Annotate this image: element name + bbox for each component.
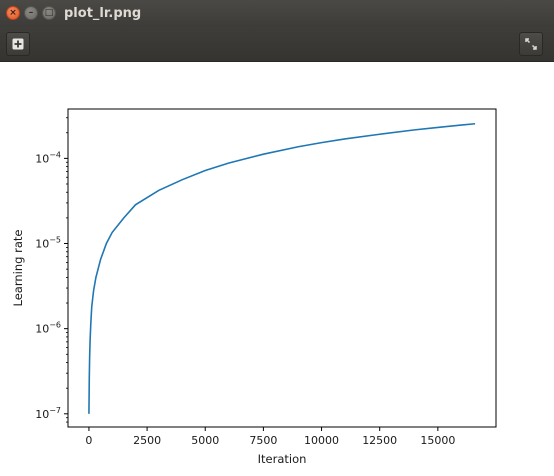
image-canvas: 0 2500 5000 7500 10000 12500 15000 10−7 10−6 10−… (0, 62, 554, 476)
window-title: plot_lr.png (64, 6, 142, 21)
y-tick-exponent: −4 (49, 150, 61, 159)
x-tick-label: 15000 (420, 434, 455, 447)
fullscreen-button[interactable] (519, 32, 543, 56)
minimize-button[interactable]: – (24, 6, 38, 20)
x-tick-label: 0 (85, 434, 92, 447)
y-tick-base: 10 (35, 152, 49, 165)
fullscreen-icon (525, 38, 537, 50)
title-bar[interactable]: × – □ plot_lr.png (0, 0, 554, 27)
y-tick-label: 10−4 (35, 150, 61, 165)
x-tick-label: 7500 (249, 434, 277, 447)
x-tick-label: 2500 (133, 434, 161, 447)
add-icon (12, 38, 24, 50)
x-tick-label: 10000 (304, 434, 339, 447)
y-tick-label: 10−6 (35, 321, 61, 336)
y-tick-base: 10 (35, 323, 49, 336)
y-axis-label: Learning rate (11, 230, 25, 307)
add-button[interactable] (6, 32, 30, 56)
y-tick-label: 10−7 (35, 406, 61, 421)
x-tick-label: 5000 (191, 434, 219, 447)
y-tick-base: 10 (35, 238, 49, 251)
y-tick-exponent: −6 (49, 321, 61, 330)
maximize-button[interactable]: □ (42, 6, 56, 20)
y-tick-exponent: −5 (49, 236, 61, 245)
close-button[interactable]: × (6, 6, 20, 20)
y-tick-exponent: −7 (49, 406, 61, 415)
toolbar (0, 27, 554, 62)
learning-rate-chart: 0 2500 5000 7500 10000 12500 15000 10−710−610−… (11, 108, 497, 466)
plot-area-frame (67, 108, 497, 428)
y-axis: 10−710−610−510−4 (35, 117, 68, 423)
x-tick-label: 12500 (362, 434, 397, 447)
x-axis: 0 2500 5000 7500 10000 12500 15000 (85, 427, 455, 447)
y-tick-base: 10 (35, 408, 49, 421)
y-tick-label: 10−5 (35, 236, 61, 251)
image-viewer-window: × – □ plot_lr.png 0 2500 5000 7500 10000 1250… (0, 0, 554, 476)
x-axis-label: Iteration (258, 452, 307, 466)
series-line (88, 122, 476, 414)
